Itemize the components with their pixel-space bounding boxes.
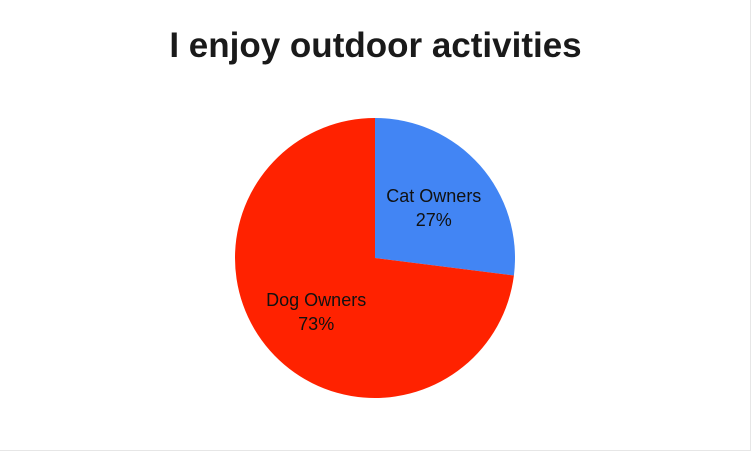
pie-chart: Cat Owners 27% Dog Owners 73% bbox=[234, 118, 515, 398]
slice-label-dog-owners: Dog Owners bbox=[266, 290, 366, 310]
slice-value-label-cat-owners: 27% bbox=[416, 210, 452, 230]
chart-frame: I enjoy outdoor activities Cat Owners 27%… bbox=[0, 0, 751, 451]
slice-value-label-dog-owners: 73% bbox=[298, 314, 334, 334]
slice-label-cat-owners: Cat Owners bbox=[386, 186, 481, 206]
